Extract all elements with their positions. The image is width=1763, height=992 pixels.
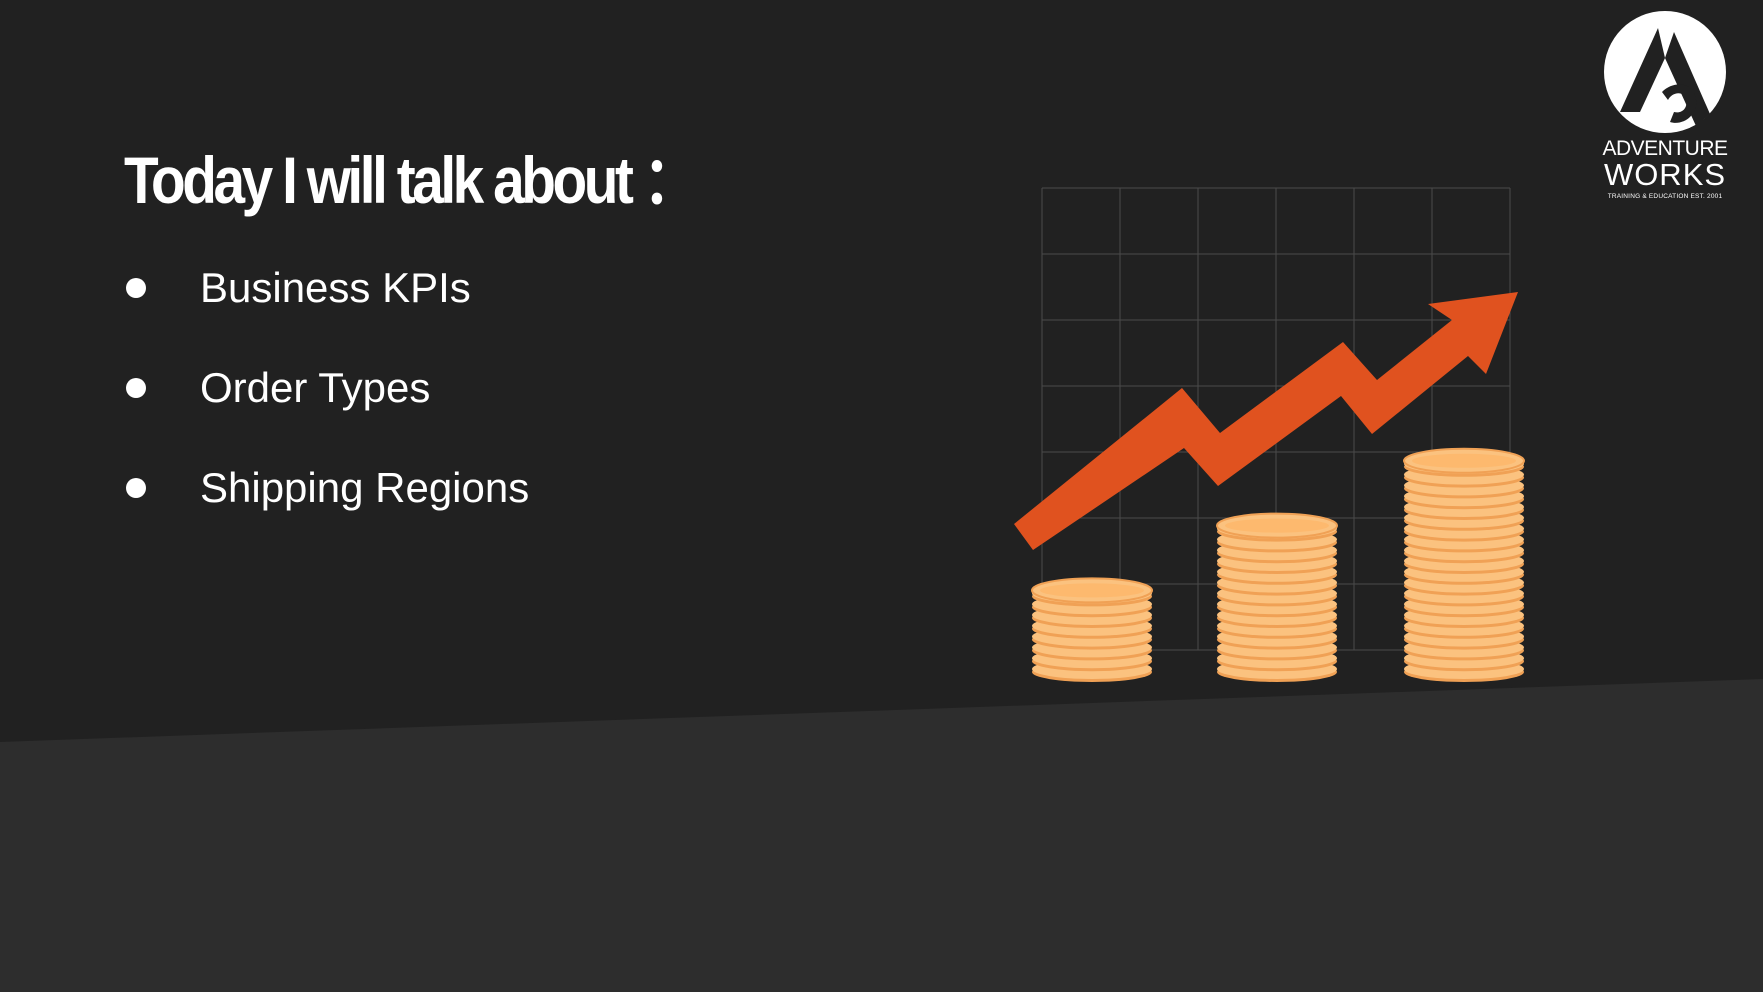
logo-tagline: TRAINING & EDUCATION EST. 2001 [1607, 193, 1723, 200]
logo-emblem-icon [1604, 11, 1726, 133]
slide: Today I will talk about ： Business KPIs … [0, 0, 1763, 992]
coin-stack-1 [1031, 577, 1153, 682]
logo-wordmark-line2: WORKS [1603, 157, 1727, 192]
coin-stack-2 [1216, 512, 1338, 682]
adventure-works-logo: ADVENTURE WORKS TRAINING & EDUCATION EST… [1600, 10, 1730, 200]
growth-illustration [1014, 187, 1525, 682]
coin-stack-3 [1403, 447, 1525, 682]
